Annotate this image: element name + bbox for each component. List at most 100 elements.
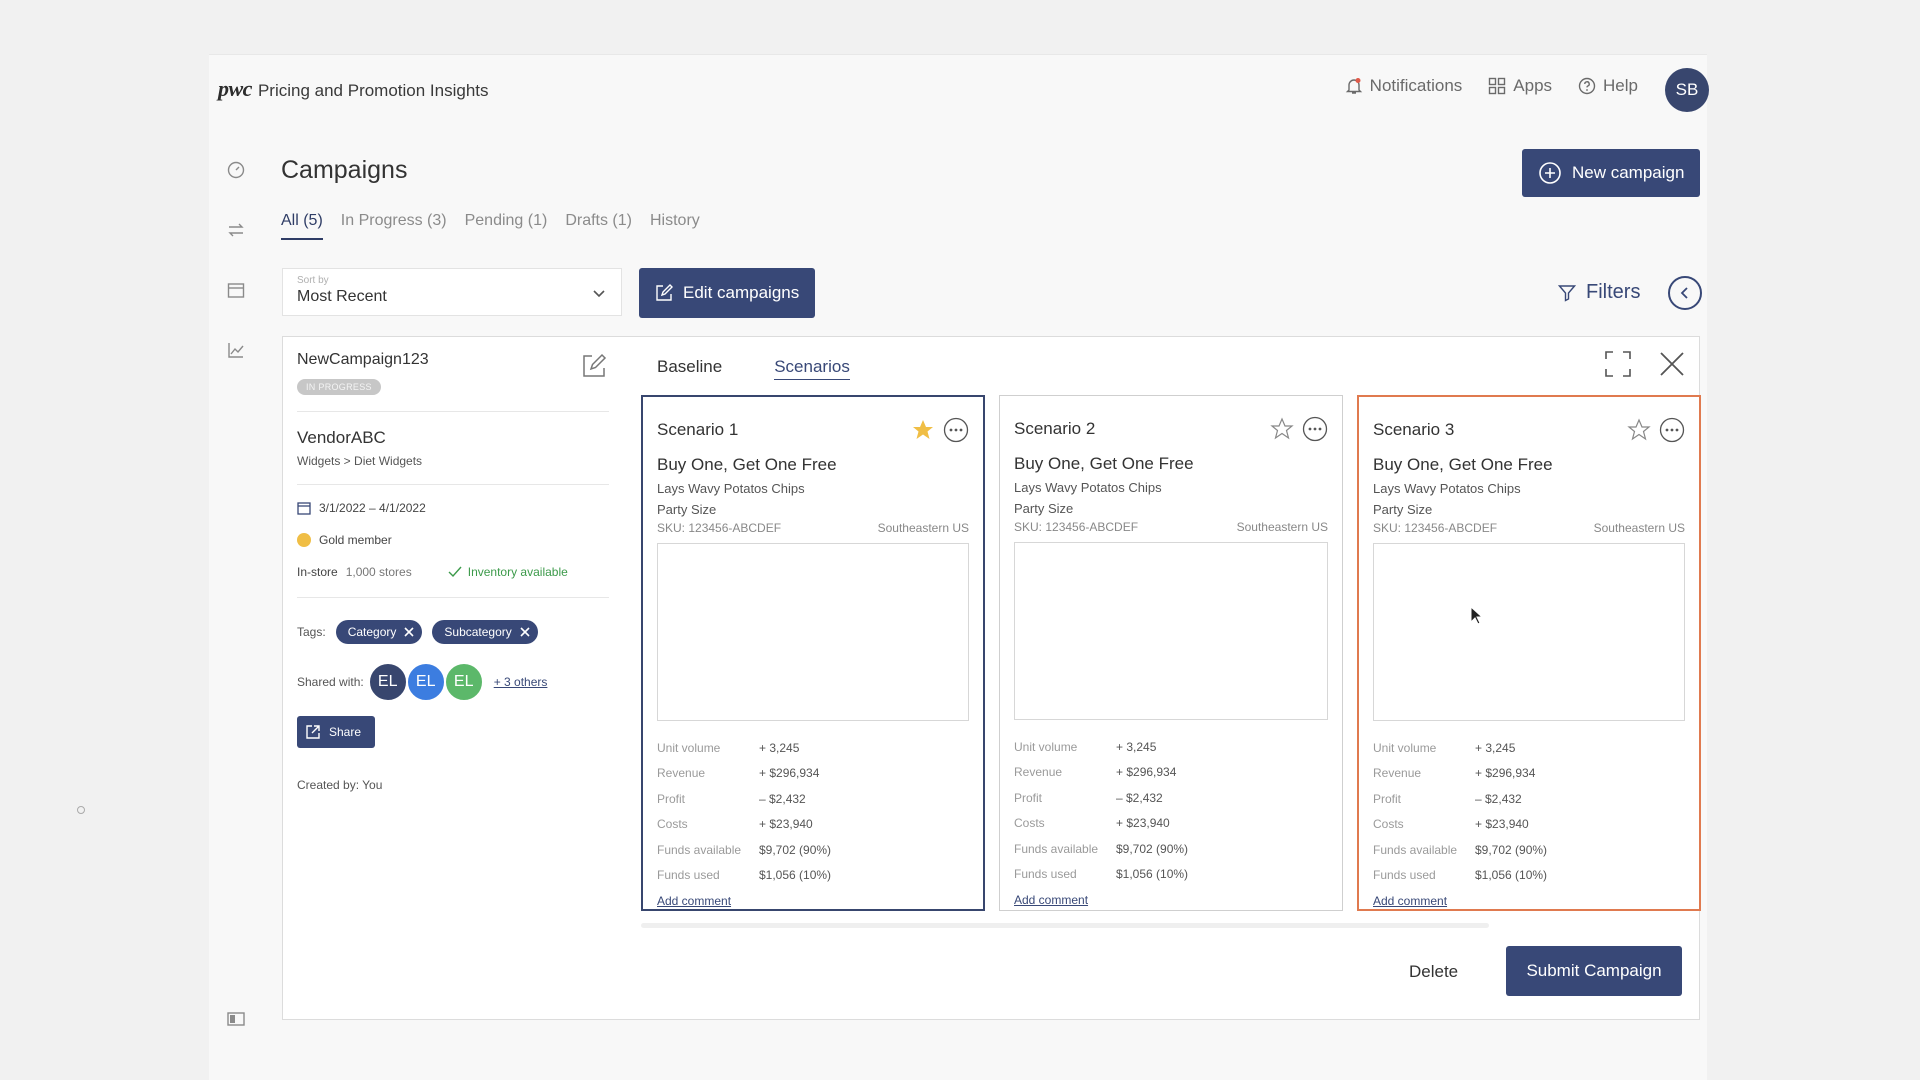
- app-logo[interactable]: pwc Pricing and Promotion Insights: [218, 76, 489, 102]
- date-range: 3/1/2022 – 4/1/2022: [319, 501, 426, 515]
- tab-baseline[interactable]: Baseline: [657, 357, 722, 380]
- sort-select[interactable]: Sort by Most Recent: [282, 268, 622, 316]
- avatar[interactable]: EL: [443, 662, 484, 702]
- more-options-icon[interactable]: [1659, 417, 1685, 443]
- metric-row: Funds available $9,702 (90%): [657, 837, 969, 863]
- edit-campaigns-button[interactable]: Edit campaigns: [639, 268, 815, 318]
- avatar[interactable]: EL: [367, 662, 408, 702]
- edit-campaign-icon[interactable]: [581, 353, 607, 384]
- close-icon[interactable]: [1659, 351, 1685, 377]
- metric-label: Profit: [657, 791, 686, 806]
- add-comment-link[interactable]: Add comment: [1014, 893, 1088, 907]
- metric-value: + 3,245: [1116, 739, 1157, 754]
- check-icon: [448, 566, 462, 578]
- scenario-card-1[interactable]: Scenario 1 Buy One, Get One Free Lays Wa…: [641, 395, 985, 911]
- sku-row: SKU: 123456-ABCDEF Southeastern US: [1373, 521, 1685, 535]
- collapse-panel-button[interactable]: [1668, 276, 1702, 310]
- metric-value: $1,056 (10%): [1475, 868, 1548, 883]
- tags-label: Tags:: [297, 625, 326, 639]
- metric-label: Funds available: [1373, 842, 1458, 857]
- others-link[interactable]: + 3 others: [494, 675, 548, 689]
- star-outline-icon[interactable]: [1270, 417, 1294, 441]
- sku: SKU: 123456-ABCDEF: [1373, 521, 1498, 535]
- analytics-icon[interactable]: [224, 340, 248, 360]
- metric-row: Profit – $2,432: [1373, 786, 1685, 812]
- new-campaign-button[interactable]: New campaign: [1522, 149, 1700, 197]
- metric-value: + $23,940: [1116, 816, 1170, 831]
- divider: [297, 484, 609, 485]
- metric-value: + $296,934: [1475, 766, 1536, 781]
- created-by: Created by: You: [297, 778, 383, 792]
- share-button[interactable]: Share: [297, 716, 375, 748]
- campaign-tabs: All (5) In Progress (3) Pending (1) Draf…: [281, 212, 700, 240]
- metric-value: $9,702 (90%): [1116, 841, 1189, 856]
- metric-value: $9,702 (90%): [1475, 842, 1548, 857]
- sort-label: Sort by: [297, 275, 329, 286]
- star-filled-icon[interactable]: [911, 418, 935, 442]
- tab-drafts[interactable]: Drafts (1): [565, 212, 632, 240]
- add-comment-link[interactable]: Add comment: [1373, 894, 1447, 908]
- metric-row: Costs + $23,940: [657, 812, 969, 838]
- panel-toggle-icon[interactable]: [227, 1012, 245, 1031]
- tab-scenarios[interactable]: Scenarios: [774, 357, 850, 380]
- avatar[interactable]: EL: [405, 662, 446, 702]
- scenario-card-2[interactable]: Scenario 2 Buy One, Get One Free Lays Wa…: [999, 395, 1343, 911]
- expand-icon[interactable]: [1605, 351, 1631, 377]
- scenario-title: Scenario 2: [1014, 419, 1096, 438]
- notifications-link[interactable]: Notifications: [1345, 76, 1462, 96]
- tab-all[interactable]: All (5): [281, 212, 323, 240]
- transfer-icon[interactable]: [224, 220, 248, 240]
- more-options-icon[interactable]: [1302, 416, 1328, 442]
- metric-value: – $2,432: [1475, 791, 1522, 806]
- metric-value: + $23,940: [759, 817, 813, 832]
- tab-in-progress[interactable]: In Progress (3): [341, 212, 447, 240]
- close-icon[interactable]: [520, 627, 530, 637]
- inventory-status: Inventory available: [448, 565, 568, 579]
- metric-label: Funds used: [1373, 868, 1436, 883]
- metric-row: Funds available $9,702 (90%): [1014, 836, 1328, 862]
- metric-row: Funds used $1,056 (10%): [1014, 862, 1328, 888]
- membership-row: Gold member: [297, 533, 609, 547]
- scenario-title: Scenario 3: [1373, 420, 1455, 439]
- close-icon[interactable]: [404, 627, 414, 637]
- metric-label: Revenue: [1373, 766, 1422, 781]
- metric-label: Funds used: [1014, 867, 1077, 882]
- tab-pending[interactable]: Pending (1): [465, 212, 548, 240]
- sku-row: SKU: 123456-ABCDEF Southeastern US: [1014, 520, 1328, 534]
- metric-label: Funds available: [657, 842, 742, 857]
- metric-label: Costs: [1014, 816, 1045, 831]
- metric-value: + $296,934: [1116, 765, 1177, 780]
- metric-label: Unit volume: [1373, 740, 1437, 755]
- apps-link[interactable]: Apps: [1488, 76, 1552, 96]
- help-link[interactable]: Help: [1578, 76, 1638, 96]
- tag-label: Subcategory: [444, 625, 512, 639]
- metric-value: – $2,432: [759, 791, 806, 806]
- tag-chip-category[interactable]: Category: [335, 620, 423, 644]
- horizontal-scrollbar[interactable]: [641, 923, 1489, 928]
- campaign-info: NewCampaign123 IN PROGRESS VendorABC Wid…: [297, 351, 609, 792]
- metrics-list: Unit volume + 3,245 Revenue + $296,934 Pro…: [1014, 734, 1328, 887]
- add-comment-link[interactable]: Add comment: [657, 894, 731, 908]
- tab-history[interactable]: History: [650, 212, 700, 240]
- tag-chip-subcategory[interactable]: Subcategory: [432, 620, 538, 644]
- vendor-name: VendorABC: [297, 428, 386, 447]
- help-icon: [1578, 77, 1596, 95]
- scenario-card-3[interactable]: Scenario 3 Buy One, Get One Free Lays Wa…: [1357, 395, 1701, 911]
- star-outline-icon[interactable]: [1627, 418, 1651, 442]
- calendar-icon[interactable]: [224, 280, 248, 300]
- submit-campaign-button[interactable]: Submit Campaign: [1506, 946, 1682, 996]
- metric-value: – $2,432: [1116, 790, 1163, 805]
- user-avatar[interactable]: SB: [1665, 68, 1709, 112]
- metric-value: + $23,940: [1475, 817, 1529, 832]
- delete-button[interactable]: Delete: [1409, 962, 1458, 982]
- divider: [297, 597, 609, 598]
- store-count: 1,000 stores: [345, 565, 412, 579]
- category-path: Widgets > Diet Widgets: [297, 454, 423, 468]
- more-options-icon[interactable]: [943, 417, 969, 443]
- edit-icon: [656, 284, 673, 301]
- metric-label: Unit volume: [1014, 739, 1078, 754]
- metric-row: Unit volume + 3,245: [1373, 735, 1685, 761]
- metric-row: Unit volume + 3,245: [657, 735, 969, 761]
- dashboard-icon[interactable]: [224, 160, 248, 180]
- filters-button[interactable]: Filters: [1558, 281, 1640, 304]
